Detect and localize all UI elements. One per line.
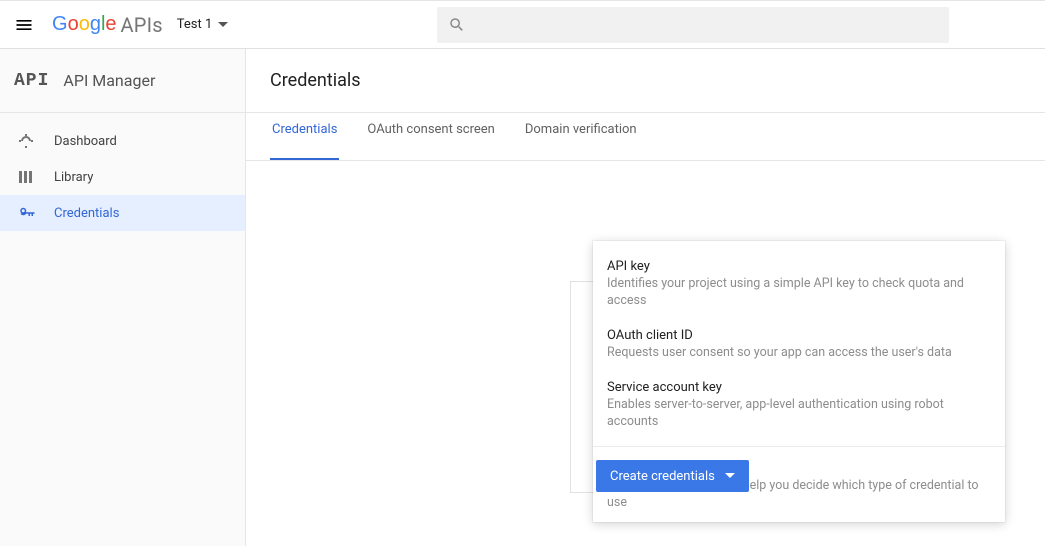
tab-label: OAuth consent screen xyxy=(367,122,494,137)
caret-down-icon xyxy=(725,471,735,481)
sidebar-item-credentials[interactable]: Credentials xyxy=(0,195,245,231)
create-credentials-label: Create credentials xyxy=(610,469,715,484)
sidebar-item-label: Dashboard xyxy=(54,134,117,149)
menu-icon xyxy=(14,15,34,35)
api-glyph-icon: API xyxy=(14,71,49,91)
tab-label: Domain verification xyxy=(525,122,637,137)
menu-item-oauth-client-id[interactable]: OAuth client ID Requests user consent so… xyxy=(593,320,1005,372)
menu-item-title: OAuth client ID xyxy=(607,328,991,343)
project-name: Test 1 xyxy=(177,17,213,32)
create-credentials-button[interactable]: Create credentials xyxy=(596,460,749,492)
menu-item-desc: Requests user consent so your app can ac… xyxy=(607,345,991,362)
tab-oauth-consent[interactable]: OAuth consent screen xyxy=(365,112,496,160)
sidebar-title: API Manager xyxy=(63,71,155,90)
tab-domain-verification[interactable]: Domain verification xyxy=(523,112,639,160)
top-bar: Google APIs Test 1 xyxy=(0,0,1045,49)
project-picker[interactable]: Test 1 xyxy=(177,17,229,32)
main-header: Credentials xyxy=(246,49,1045,113)
tab-credentials[interactable]: Credentials xyxy=(270,112,339,160)
menu-item-desc: Enables server-to-server, app-level auth… xyxy=(607,397,991,431)
sidebar-item-label: Library xyxy=(54,170,93,185)
menu-item-title: API key xyxy=(607,259,991,274)
library-icon xyxy=(18,169,46,185)
sidebar-item-label: Credentials xyxy=(54,206,119,221)
sidebar-nav: Dashboard Library Credentials xyxy=(0,113,245,231)
sidebar-item-dashboard[interactable]: Dashboard xyxy=(0,123,245,159)
body: API API Manager Dashboard Library Cred xyxy=(0,49,1045,546)
hamburger-menu-button[interactable] xyxy=(0,1,48,49)
key-icon xyxy=(18,204,46,222)
google-logo-icon: Google xyxy=(52,13,117,36)
menu-divider xyxy=(593,446,1005,447)
dashboard-icon xyxy=(18,133,46,149)
menu-item-api-key[interactable]: API key Identifies your project using a … xyxy=(593,251,1005,320)
tab-label: Credentials xyxy=(272,122,337,137)
apis-label: APIs xyxy=(121,13,163,37)
caret-down-icon xyxy=(218,20,228,30)
search-icon xyxy=(437,16,478,34)
google-apis-logo[interactable]: Google APIs xyxy=(52,13,163,37)
main-content: Credentials Credentials OAuth consent sc… xyxy=(246,49,1045,546)
menu-item-desc: Identifies your project using a simple A… xyxy=(607,276,991,310)
sidebar-item-library[interactable]: Library xyxy=(0,159,245,195)
menu-item-title: Service account key xyxy=(607,380,991,395)
page-title: Credentials xyxy=(270,70,361,91)
menu-item-service-account-key[interactable]: Service account key Enables server-to-se… xyxy=(593,372,1005,441)
sidebar: API API Manager Dashboard Library Cred xyxy=(0,49,246,546)
search-box[interactable] xyxy=(437,7,949,43)
sidebar-header: API API Manager xyxy=(0,49,245,113)
search-input[interactable] xyxy=(478,7,950,43)
tabs: Credentials OAuth consent screen Domain … xyxy=(246,113,1045,161)
